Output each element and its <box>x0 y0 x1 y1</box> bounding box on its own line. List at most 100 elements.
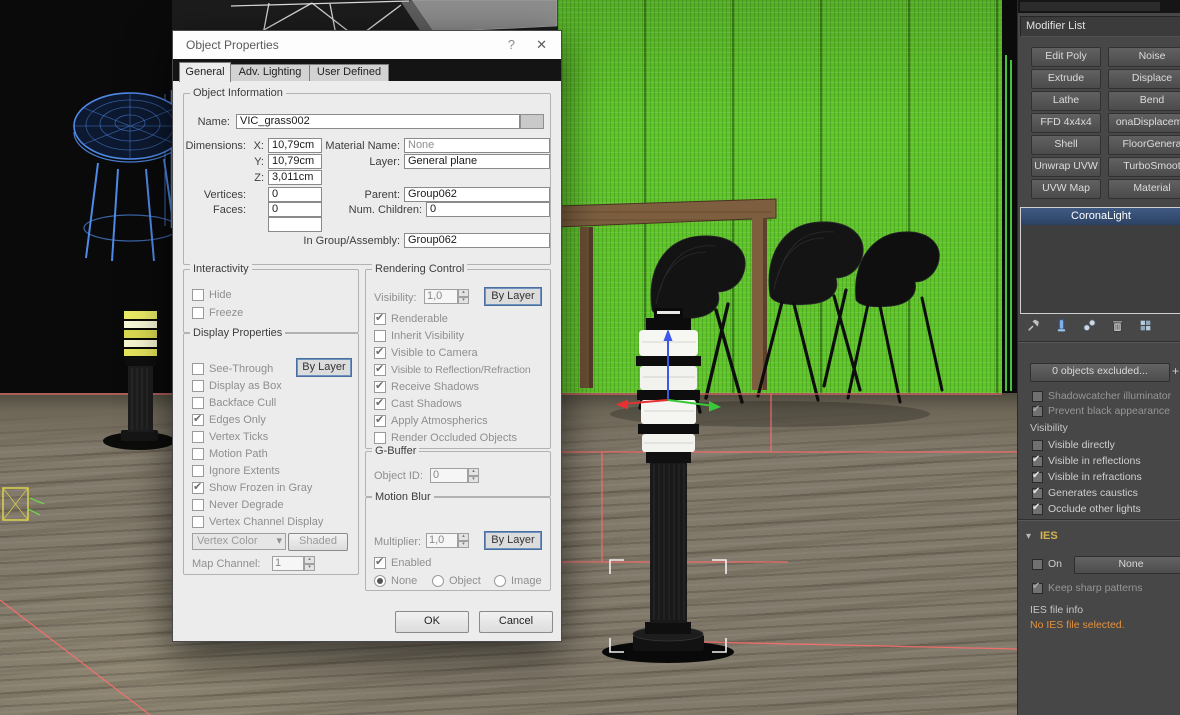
material-name-field[interactable]: None <box>404 138 550 153</box>
checkbox[interactable] <box>192 396 204 409</box>
motion-blur-image-radio[interactable]: Image <box>494 574 542 587</box>
modifier-button-bend[interactable]: Bend <box>1108 91 1180 111</box>
checkbox[interactable] <box>374 379 386 393</box>
visibility-by-layer-button[interactable]: By Layer <box>484 287 542 306</box>
checkbox[interactable] <box>374 413 386 427</box>
small-bollard-lamp[interactable] <box>103 302 175 450</box>
option-prevent-black[interactable]: Prevent black appearance <box>1032 404 1170 417</box>
modifier-button-material[interactable]: Material <box>1108 179 1180 199</box>
shaded-button[interactable]: Shaded <box>288 533 348 551</box>
motion-path-option[interactable]: Motion Path <box>192 447 268 460</box>
multiplier-spinner[interactable]: 1,0 <box>426 533 469 548</box>
helper-box[interactable] <box>2 487 45 521</box>
visible-to-reflection-option[interactable]: Visible to Reflection/Refraction <box>374 362 531 376</box>
spinner-arrows[interactable] <box>468 468 479 483</box>
radio[interactable] <box>432 574 444 587</box>
checkbox[interactable] <box>1032 486 1043 499</box>
radio[interactable] <box>494 574 506 587</box>
spinner-arrows[interactable] <box>458 289 469 304</box>
checkbox[interactable] <box>374 431 386 444</box>
checkbox[interactable] <box>1032 454 1043 467</box>
ies-rollout-title[interactable]: IES <box>1040 530 1058 542</box>
checkbox[interactable] <box>192 464 204 477</box>
checkbox[interactable] <box>1032 470 1043 483</box>
render-occluded-objects-option[interactable]: Render Occluded Objects <box>374 431 517 444</box>
checkbox[interactable] <box>374 362 386 376</box>
ok-button[interactable]: OK <box>395 611 469 633</box>
object-name-field-partial[interactable] <box>1018 0 1180 13</box>
modifier-button-turbosmooth[interactable]: TurboSmoot <box>1108 157 1180 177</box>
spinner-value[interactable]: 1,0 <box>424 289 458 304</box>
checkbox[interactable] <box>374 555 386 569</box>
checkbox[interactable] <box>192 412 204 426</box>
modifier-button-lathe[interactable]: Lathe <box>1031 91 1101 111</box>
modifier-button-edit-poly[interactable]: Edit Poly <box>1031 47 1101 67</box>
ignore-extents-option[interactable]: Ignore Extents <box>192 464 280 477</box>
object-id-spinner[interactable]: 0 <box>430 468 479 483</box>
stack-item-coronalight[interactable]: CoronaLight <box>1021 208 1180 225</box>
help-icon[interactable]: ? <box>508 37 515 52</box>
checkbox[interactable] <box>192 447 204 460</box>
checkbox[interactable] <box>374 345 386 359</box>
motion-blur-by-layer-button[interactable]: By Layer <box>484 531 542 550</box>
y-field[interactable]: 10,79cm <box>268 154 322 169</box>
checkbox[interactable] <box>374 396 386 410</box>
checkbox[interactable] <box>1032 390 1043 402</box>
display-as-box-option[interactable]: Display as Box <box>192 379 282 392</box>
see-through-option[interactable]: See-Through <box>192 362 273 375</box>
apply-atmospherics-option[interactable]: Apply Atmospherics <box>374 413 488 427</box>
spinner-value[interactable]: 1 <box>272 556 304 571</box>
never-degrade-option[interactable]: Never Degrade <box>192 498 284 511</box>
checkbox[interactable] <box>192 498 204 511</box>
dialog-titlebar[interactable]: Object Properties ? ✕ <box>173 31 561 60</box>
x-field[interactable]: 10,79cm <box>268 138 322 153</box>
receive-shadows-option[interactable]: Receive Shadows <box>374 379 479 393</box>
cast-shadows-option[interactable]: Cast Shadows <box>374 396 462 410</box>
exclude-add-button[interactable]: + <box>1172 364 1179 378</box>
checkbox[interactable] <box>1032 581 1043 594</box>
display-by-layer-button[interactable]: By Layer <box>296 358 352 377</box>
show-end-result-icon[interactable] <box>1054 318 1069 333</box>
checkbox[interactable] <box>1032 558 1043 570</box>
make-unique-icon[interactable] <box>1082 318 1097 333</box>
checkbox[interactable] <box>192 288 204 301</box>
checkbox[interactable] <box>192 480 204 494</box>
freeze-option[interactable]: Freeze <box>192 306 243 319</box>
configure-modifier-sets-icon[interactable] <box>1138 318 1153 333</box>
tab-general[interactable]: General <box>179 62 231 82</box>
inherit-visibility-option[interactable]: Inherit Visibility <box>374 329 464 342</box>
spinner-arrows[interactable] <box>458 533 469 548</box>
checkbox[interactable] <box>1032 404 1043 417</box>
exclude-objects-button[interactable]: 0 objects excluded... <box>1030 363 1170 382</box>
chevron-down-icon[interactable]: ▾ <box>1026 531 1031 542</box>
checkbox[interactable] <box>1032 439 1043 451</box>
close-icon[interactable]: ✕ <box>536 37 547 53</box>
vertex-color-dropdown[interactable]: Vertex Color <box>192 533 286 550</box>
modifier-button-ffd[interactable]: FFD 4x4x4 <box>1031 113 1101 133</box>
modifier-button-shell[interactable]: Shell <box>1031 135 1101 155</box>
backface-cull-option[interactable]: Backface Cull <box>192 396 276 409</box>
tab-adv-lighting[interactable]: Adv. Lighting <box>229 64 311 81</box>
edges-only-option[interactable]: Edges Only <box>192 412 266 426</box>
pin-stack-icon[interactable] <box>1026 318 1041 333</box>
ies-none-button[interactable]: None <box>1074 556 1180 574</box>
ies-on-option[interactable]: On <box>1032 558 1062 570</box>
modifier-list-dropdown[interactable]: Modifier List <box>1020 16 1180 37</box>
keep-sharp-patterns-option[interactable]: Keep sharp patterns <box>1032 581 1143 594</box>
checkbox[interactable] <box>192 362 204 375</box>
modifier-button-displace[interactable]: Displace <box>1108 69 1180 89</box>
visibility-spinner[interactable]: 1,0 <box>424 289 469 304</box>
z-field[interactable]: 3,011cm <box>268 170 322 185</box>
renderable-option[interactable]: Renderable <box>374 311 448 325</box>
modifier-button-unwrap-uvw[interactable]: Unwrap UVW <box>1031 157 1101 177</box>
modifier-button-floorgenerator[interactable]: FloorGenera <box>1108 135 1180 155</box>
option-visible-refractions[interactable]: Visible in refractions <box>1032 470 1142 483</box>
hide-option[interactable]: Hide <box>192 288 232 301</box>
modifier-button-extrude[interactable]: Extrude <box>1031 69 1101 89</box>
name-more-button[interactable] <box>520 114 544 129</box>
spinner-value[interactable]: 1,0 <box>426 533 458 548</box>
checkbox[interactable] <box>192 515 204 528</box>
option-visible-reflections[interactable]: Visible in reflections <box>1032 454 1141 467</box>
checkbox[interactable] <box>374 311 386 325</box>
option-occlude-other-lights[interactable]: Occlude other lights <box>1032 502 1141 515</box>
